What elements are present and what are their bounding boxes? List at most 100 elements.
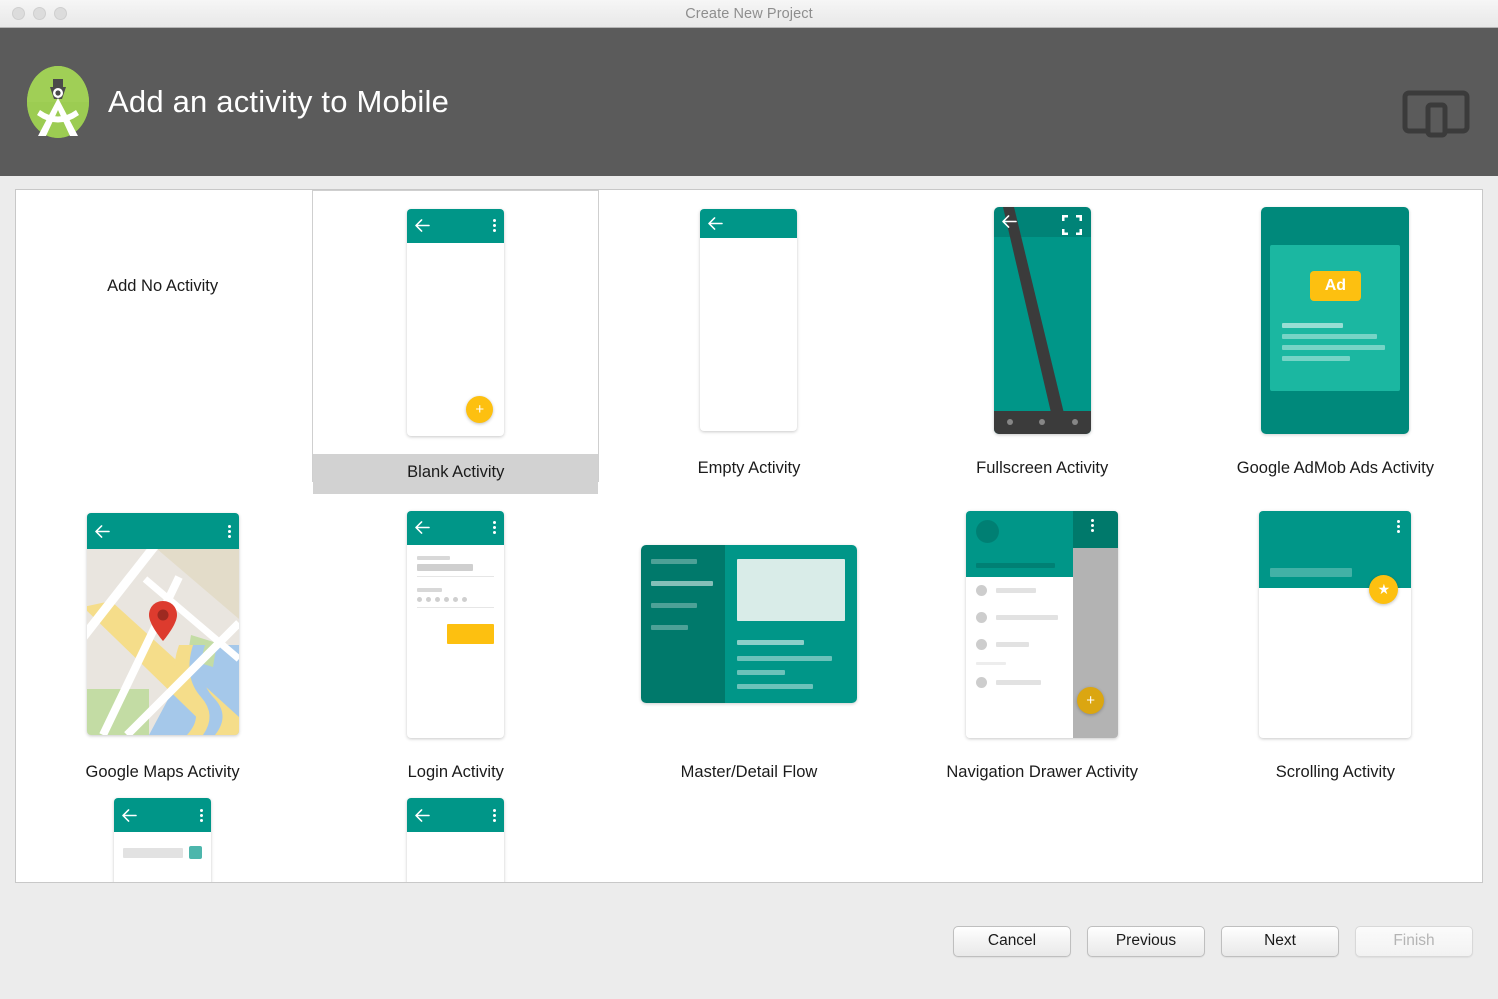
sign-in-button <box>447 624 494 644</box>
activity-card-blank-activity[interactable]: + Blank Activity <box>309 190 602 494</box>
wizard-header: Add an activity to Mobile <box>0 28 1498 176</box>
app-toolbar <box>1067 511 1119 548</box>
system-navigation-bar <box>994 411 1091 434</box>
overflow-menu-icon <box>493 521 496 534</box>
scrim-content-area: + <box>1067 511 1119 738</box>
activity-card-label: Google Maps Activity <box>16 754 309 798</box>
app-toolbar <box>87 513 239 549</box>
activity-card-empty-activity[interactable]: Empty Activity <box>602 190 895 494</box>
page-title: Add an activity to Mobile <box>108 84 449 120</box>
phone-mock-fullscreen <box>994 207 1091 434</box>
activity-thumb-admob: Ad <box>1189 190 1482 450</box>
fab-add-icon: + <box>1077 687 1104 714</box>
back-arrow-icon <box>415 809 430 822</box>
tablet-mock-masterdetail <box>641 545 857 703</box>
text-line <box>1282 345 1385 350</box>
activity-card-add-no-activity[interactable]: Add No Activity <box>16 190 309 494</box>
field-underline <box>417 576 494 577</box>
app-toolbar <box>700 209 797 238</box>
finish-button: Finish <box>1355 926 1473 957</box>
text-line <box>1282 323 1342 328</box>
activity-card-partial-2[interactable] <box>309 798 602 883</box>
activity-thumb-fullscreen <box>896 190 1189 450</box>
android-studio-logo <box>22 62 94 142</box>
app-toolbar <box>407 798 504 832</box>
back-arrow-icon <box>122 809 137 822</box>
overflow-menu-icon <box>493 219 496 232</box>
list-item-selected <box>651 581 713 586</box>
activity-thumb-scrolling: ★ <box>1189 494 1482 754</box>
drawer-divider <box>976 662 1006 665</box>
text-line <box>737 670 784 675</box>
list-item <box>651 625 688 630</box>
activity-card-label: Navigation Drawer Activity <box>896 754 1189 798</box>
activity-card-label: Login Activity <box>309 754 602 798</box>
back-arrow-icon <box>1002 215 1017 228</box>
previous-button[interactable]: Previous <box>1087 926 1205 957</box>
activity-thumb-masterdetail <box>602 494 895 754</box>
diagonal-stripe <box>994 207 1091 434</box>
phone-mock-login <box>407 511 504 738</box>
fab-add-icon: + <box>466 396 493 423</box>
activity-card-label: Add No Activity <box>16 268 309 416</box>
activity-card-partial-1[interactable] <box>16 798 309 883</box>
toolbar-title-bar <box>1270 568 1352 577</box>
email-field-value <box>417 564 472 571</box>
window-title: Create New Project <box>0 6 1498 22</box>
phone-mock-scrolling: ★ <box>1259 511 1411 738</box>
activity-template-panel[interactable]: Add No Activity + Bla <box>15 189 1483 883</box>
list-item <box>651 559 697 564</box>
overflow-menu-icon <box>1091 519 1094 532</box>
app-toolbar <box>114 798 211 832</box>
navigation-drawer <box>966 511 1072 738</box>
drawer-item <box>966 577 1072 604</box>
fab-star-icon: ★ <box>1369 575 1398 604</box>
phone-mock-empty <box>700 209 797 431</box>
activity-card-label: Master/Detail Flow <box>602 754 895 798</box>
create-new-project-window: Create New Project Add an activity to Mo… <box>0 0 1498 999</box>
activity-template-grid: Add No Activity + Bla <box>16 190 1482 883</box>
email-field-label <box>417 556 449 560</box>
activity-thumb-blank: + <box>309 190 602 454</box>
next-button[interactable]: Next <box>1221 926 1339 957</box>
login-form <box>407 545 504 644</box>
activity-card-label: Google AdMob Ads Activity <box>1189 450 1482 494</box>
overflow-menu-icon <box>1397 520 1400 533</box>
activity-card-label: Empty Activity <box>602 450 895 494</box>
cancel-button[interactable]: Cancel <box>953 926 1071 957</box>
activity-thumb-navdrawer: + <box>896 494 1189 754</box>
password-field-label <box>417 588 442 592</box>
text-line <box>737 684 812 689</box>
activity-card-google-maps-activity[interactable]: Google Maps Activity <box>16 494 309 798</box>
activity-card-scrolling-activity[interactable]: ★ Scrolling Activity <box>1189 494 1482 798</box>
fullscreen-expand-icon <box>1062 215 1082 235</box>
phone-mock-partial <box>407 798 504 883</box>
phone-mock-navdrawer: + <box>966 511 1118 738</box>
phone-mock-admob: Ad <box>1261 207 1409 434</box>
ad-content-panel: Ad <box>1270 245 1400 391</box>
ad-badge: Ad <box>1310 271 1361 301</box>
wizard-footer: Cancel Previous Next Finish <box>0 883 1498 999</box>
activity-card-master-detail-flow[interactable]: Master/Detail Flow <box>602 494 895 798</box>
overflow-menu-icon <box>200 809 203 822</box>
activity-thumb-partial <box>309 798 602 883</box>
back-arrow-icon <box>95 525 110 538</box>
text-line <box>737 656 832 661</box>
overflow-menu-icon <box>493 809 496 822</box>
activity-card-admob-activity[interactable]: Ad Google AdMob Ads Activity <box>1189 190 1482 494</box>
master-list-pane <box>641 545 725 703</box>
field-underline <box>417 607 494 608</box>
activity-card-fullscreen-activity[interactable]: Fullscreen Activity <box>896 190 1189 494</box>
text-line <box>737 640 804 645</box>
partial-content <box>114 832 211 873</box>
window-titlebar: Create New Project <box>0 0 1498 28</box>
phone-mock-maps <box>87 513 239 735</box>
activity-card-navigation-drawer-activity[interactable]: + <box>896 494 1189 798</box>
map-illustration <box>87 549 239 735</box>
activity-card-login-activity[interactable]: Login Activity <box>309 494 602 798</box>
back-arrow-icon <box>415 219 430 232</box>
activity-card-label: Scrolling Activity <box>1189 754 1482 798</box>
text-line <box>1282 356 1350 361</box>
list-item <box>651 603 697 608</box>
text-line <box>1282 334 1376 339</box>
